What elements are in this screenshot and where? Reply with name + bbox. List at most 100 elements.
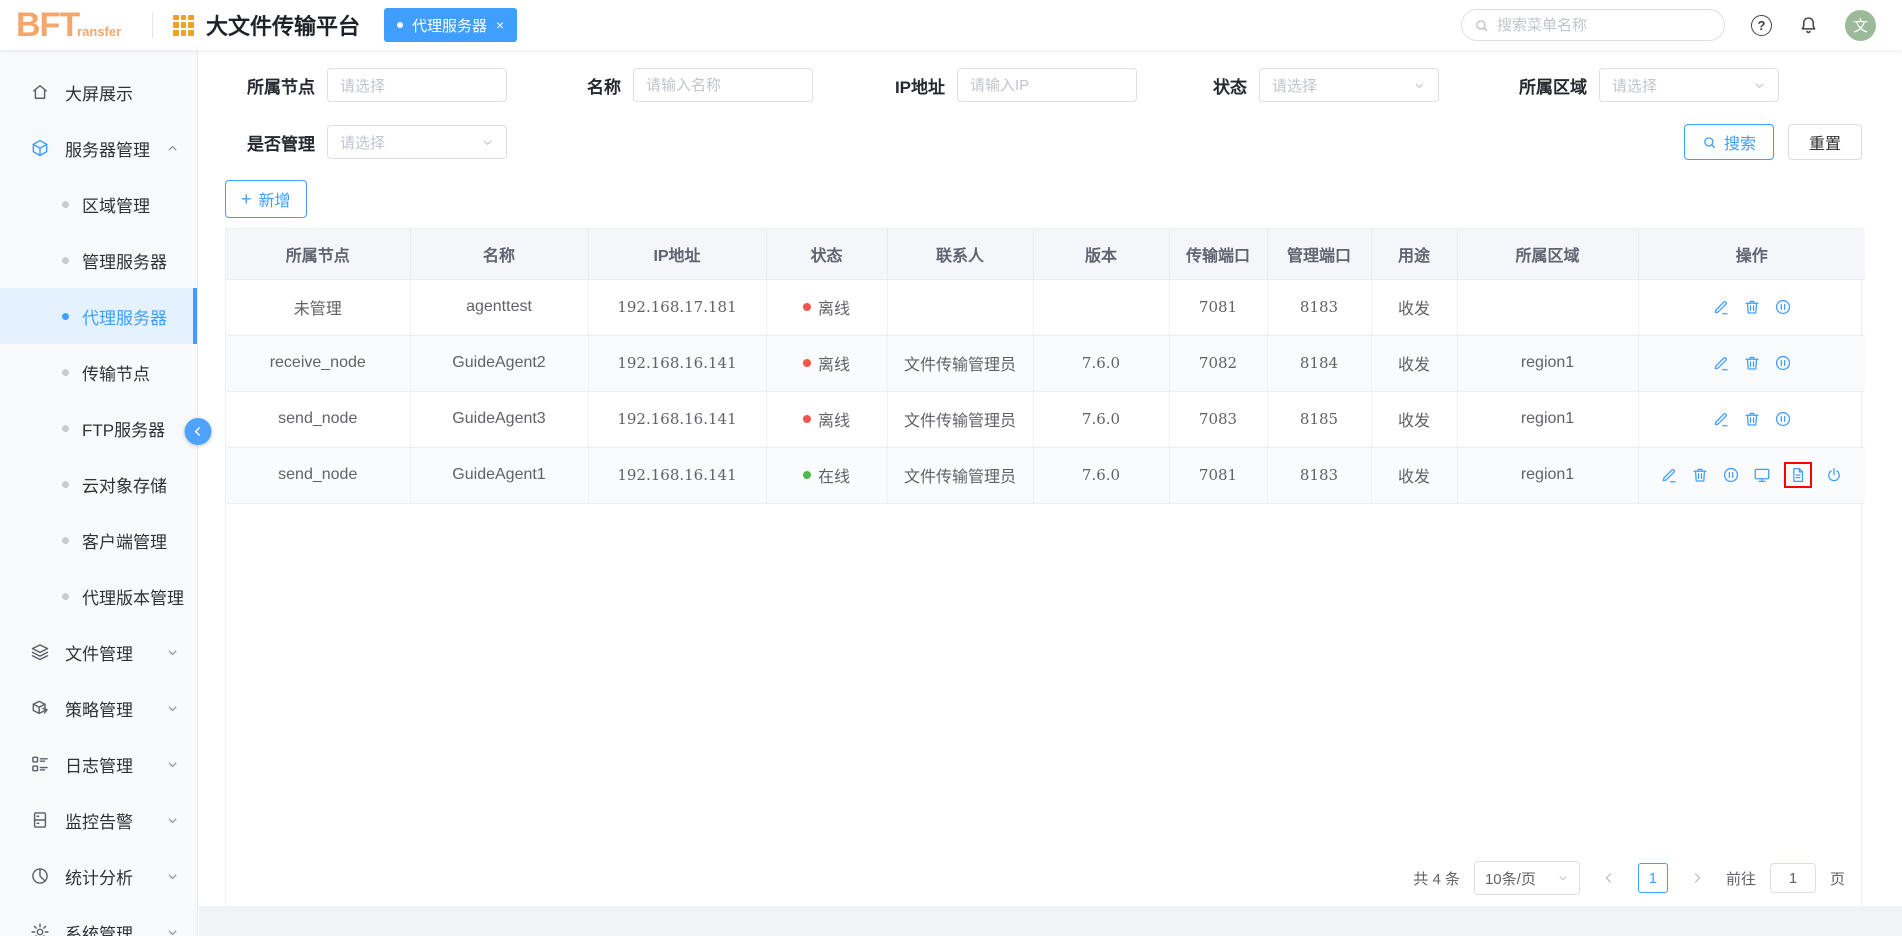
sidebar-item-label: 策略管理 (65, 700, 133, 720)
managed-filter-select[interactable]: 请选择 (327, 125, 507, 159)
col-status: 状态 (766, 229, 888, 280)
apps-grid-icon[interactable] (173, 14, 194, 36)
sidebar-item-file-management[interactable]: 文件管理 (0, 624, 197, 680)
ip-filter-label: IP地址 (894, 77, 945, 97)
total-count-text: 共 4 条 (1413, 870, 1460, 888)
status-filter-label: 状态 (1213, 77, 1247, 97)
sidebar-item-label: 系统管理 (65, 924, 133, 936)
chevron-down-icon (1559, 876, 1567, 881)
server-table: 所属节点 名称 IP地址 状态 联系人 版本 传输端口 管理端口 用途 所属区域… (226, 229, 1865, 504)
col-usage: 用途 (1371, 229, 1458, 280)
logo-suffix-text: ransfer (77, 23, 122, 39)
search-icon (1476, 19, 1488, 31)
status-filter-placeholder: 请选择 (1272, 77, 1318, 95)
offline-dot-icon (802, 415, 811, 423)
edit-icon[interactable] (1712, 298, 1730, 316)
home-icon (33, 85, 47, 99)
pause-icon[interactable] (1722, 466, 1740, 484)
bullet-dot-icon (62, 312, 69, 320)
tab-close-icon[interactable]: × (496, 17, 504, 33)
sidebar-item-policy-management[interactable]: 策略管理 (0, 680, 197, 736)
name-filter-input[interactable] (646, 76, 800, 94)
help-icon[interactable]: ? (1751, 14, 1772, 36)
edit-icon[interactable] (1660, 466, 1678, 484)
page-size-select[interactable]: 10条/页 (1473, 861, 1580, 895)
node-filter-select[interactable]: 请选择 (327, 68, 507, 102)
sidebar-item-proxy-version-management[interactable]: 代理版本管理 (0, 568, 197, 624)
sidebar-item-management-server[interactable]: 管理服务器 (0, 232, 197, 288)
gear-icon (31, 923, 49, 936)
sidebar-item-monitor-alert[interactable]: 监控告警 (0, 792, 197, 848)
page-unit-label: 页 (1829, 870, 1845, 888)
goto-label: 前往 (1725, 870, 1756, 888)
pause-icon[interactable] (1774, 298, 1792, 316)
node-filter-label: 所属节点 (247, 77, 315, 97)
sidebar-item-label: 传输节点 (82, 364, 150, 384)
sidebar-item-label: 大屏展示 (65, 84, 133, 104)
sidebar-item-cloud-object-storage[interactable]: 云对象存储 (0, 456, 197, 512)
pause-icon[interactable] (1774, 354, 1792, 372)
delete-icon[interactable] (1743, 354, 1761, 372)
sidebar-item-label: 监控告警 (65, 812, 133, 832)
bullet-dot-icon (62, 592, 69, 600)
edit-icon[interactable] (1712, 354, 1730, 372)
status-filter-select[interactable]: 请选择 (1259, 68, 1439, 102)
table-header-row: 所属节点 名称 IP地址 状态 联系人 版本 传输端口 管理端口 用途 所属区域… (226, 229, 1865, 280)
search-button[interactable]: 搜索 (1683, 124, 1774, 160)
col-transfer-port: 传输端口 (1169, 229, 1268, 280)
delete-icon[interactable] (1743, 410, 1761, 428)
sidebar-item-label: FTP服务器 (82, 420, 166, 440)
search-icon (1704, 136, 1716, 148)
ip-filter-input[interactable] (970, 76, 1124, 94)
pause-icon[interactable] (1774, 410, 1792, 428)
sidebar-item-server-management[interactable]: 服务器管理 (0, 120, 197, 176)
sidebar-item-system-management[interactable]: 系统管理 (0, 904, 197, 936)
managed-filter-placeholder: 请选择 (340, 134, 386, 152)
page-number-button[interactable]: 1 (1637, 863, 1668, 893)
offline-dot-icon (802, 303, 811, 311)
region-filter-select[interactable]: 请选择 (1599, 68, 1779, 102)
sidebar-item-ftp-server[interactable]: FTP服务器 (0, 400, 197, 456)
chevron-left-icon (194, 427, 201, 436)
delete-icon[interactable] (1691, 466, 1709, 484)
top-header: BFT ransfer 大文件传输平台 代理服务器 × ? 文 (0, 0, 1902, 50)
sidebar-item-log-management[interactable]: 日志管理 (0, 736, 197, 792)
plus-icon: + (241, 189, 252, 209)
tab-label: 代理服务器 (412, 17, 488, 35)
prev-page-button[interactable] (1594, 863, 1624, 893)
chevron-down-icon (483, 140, 492, 145)
sidebar-item-client-management[interactable]: 客户端管理 (0, 512, 197, 568)
sidebar-item-dashboard[interactable]: 大屏展示 (0, 64, 197, 120)
log-document-icon[interactable] (1789, 466, 1807, 484)
bullet-dot-icon (62, 480, 69, 488)
sidebar-collapse-button[interactable] (184, 418, 212, 445)
chevron-down-icon (168, 706, 177, 711)
sidebar-item-label: 客户端管理 (82, 532, 167, 552)
add-button[interactable]: + 新增 (225, 180, 307, 218)
reset-button[interactable]: 重置 (1787, 124, 1862, 160)
tab-proxy-server[interactable]: 代理服务器 × (384, 8, 518, 42)
sidebar-item-label: 管理服务器 (82, 252, 167, 272)
tab-active-dot (397, 22, 404, 28)
col-version: 版本 (1033, 229, 1170, 280)
next-page-button[interactable] (1682, 863, 1712, 893)
edit-icon[interactable] (1712, 410, 1730, 428)
power-icon[interactable] (1825, 466, 1843, 484)
sidebar-item-label: 统计分析 (65, 868, 133, 888)
bullet-dot-icon (62, 200, 69, 208)
menu-search-box[interactable] (1461, 9, 1725, 41)
monitor-panel-icon (33, 812, 47, 828)
add-button-label: 新增 (258, 193, 291, 210)
menu-search-input[interactable] (1497, 16, 1712, 34)
goto-page-input[interactable] (1769, 863, 1816, 893)
sidebar-item-proxy-server[interactable]: 代理服务器 (0, 288, 197, 344)
terminal-icon[interactable] (1753, 466, 1771, 484)
notification-bell-icon[interactable] (1798, 15, 1819, 36)
sidebar-item-region-management[interactable]: 区域管理 (0, 176, 197, 232)
page-size-value: 10条/页 (1484, 870, 1536, 888)
delete-icon[interactable] (1743, 298, 1761, 316)
header-divider (152, 12, 153, 38)
sidebar-item-statistics[interactable]: 统计分析 (0, 848, 197, 904)
user-avatar[interactable]: 文 (1845, 9, 1876, 41)
sidebar-item-transfer-node[interactable]: 传输节点 (0, 344, 197, 400)
